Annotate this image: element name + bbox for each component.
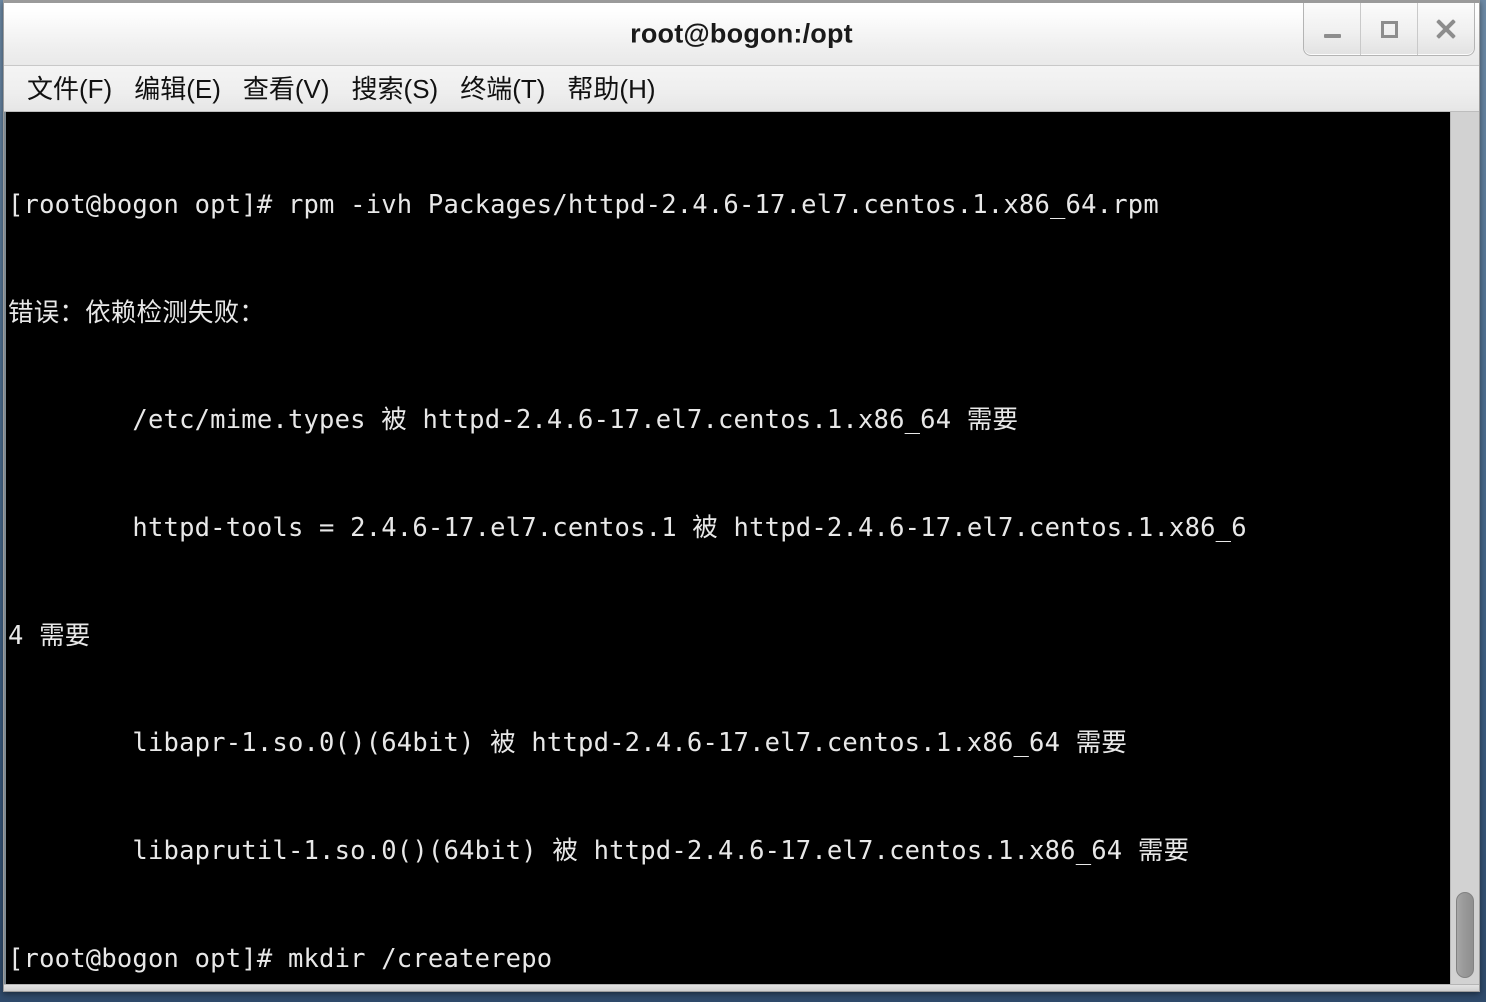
maximize-icon [1380,20,1398,38]
terminal-line: [root@bogon opt]# mkdir /createrepo [8,943,553,974]
maximize-button[interactable] [1360,3,1417,55]
window-titlebar[interactable]: root@bogon:/opt [4,0,1479,66]
terminal-line: 4 需要 [8,620,91,651]
window-controls [1303,3,1475,56]
terminal-line: libaprutil-1.so.0()(64bit) 被 httpd-2.4.6… [8,836,1190,867]
terminal-line: [root@bogon opt]# rpm -ivh Packages/http… [8,189,1159,220]
menubar: 文件(F) 编辑(E) 查看(V) 搜索(S) 终端(T) 帮助(H) [4,66,1479,112]
scrollbar-thumb[interactable] [1456,892,1474,978]
minimize-icon [1323,34,1341,38]
close-icon [1435,18,1457,40]
window-title: root@bogon:/opt [630,18,853,49]
menu-item-edit[interactable]: 编辑(E) [123,67,232,110]
menu-item-file[interactable]: 文件(F) [16,67,123,110]
menu-item-search[interactable]: 搜索(S) [341,67,450,110]
desktop-background: root@bogon:/opt 文件(F) 编辑(E) 查看(V) 搜索(S) … [0,0,1486,1002]
terminal-scrollbar[interactable] [1450,112,1479,984]
window-bottom-edge [4,984,1479,991]
terminal-line: /etc/mime.types 被 httpd-2.4.6-17.el7.cen… [8,405,1019,436]
terminal-window: root@bogon:/opt 文件(F) 编辑(E) 查看(V) 搜索(S) … [3,0,1480,992]
terminal-line: libapr-1.so.0()(64bit) 被 httpd-2.4.6-17.… [8,728,1128,759]
menu-item-terminal[interactable]: 终端(T) [449,67,556,110]
terminal-line: 错误：依赖检测失败： [8,297,266,328]
terminal-output[interactable]: [root@bogon opt]# rpm -ivh Packages/http… [6,112,1450,984]
terminal-line: httpd-tools = 2.4.6-17.el7.centos.1 被 ht… [8,512,1247,543]
close-button[interactable] [1417,3,1474,55]
terminal-area: [root@bogon opt]# rpm -ivh Packages/http… [4,112,1479,984]
menu-item-help[interactable]: 帮助(H) [556,67,666,110]
menu-item-view[interactable]: 查看(V) [232,67,341,110]
minimize-button[interactable] [1304,3,1360,55]
